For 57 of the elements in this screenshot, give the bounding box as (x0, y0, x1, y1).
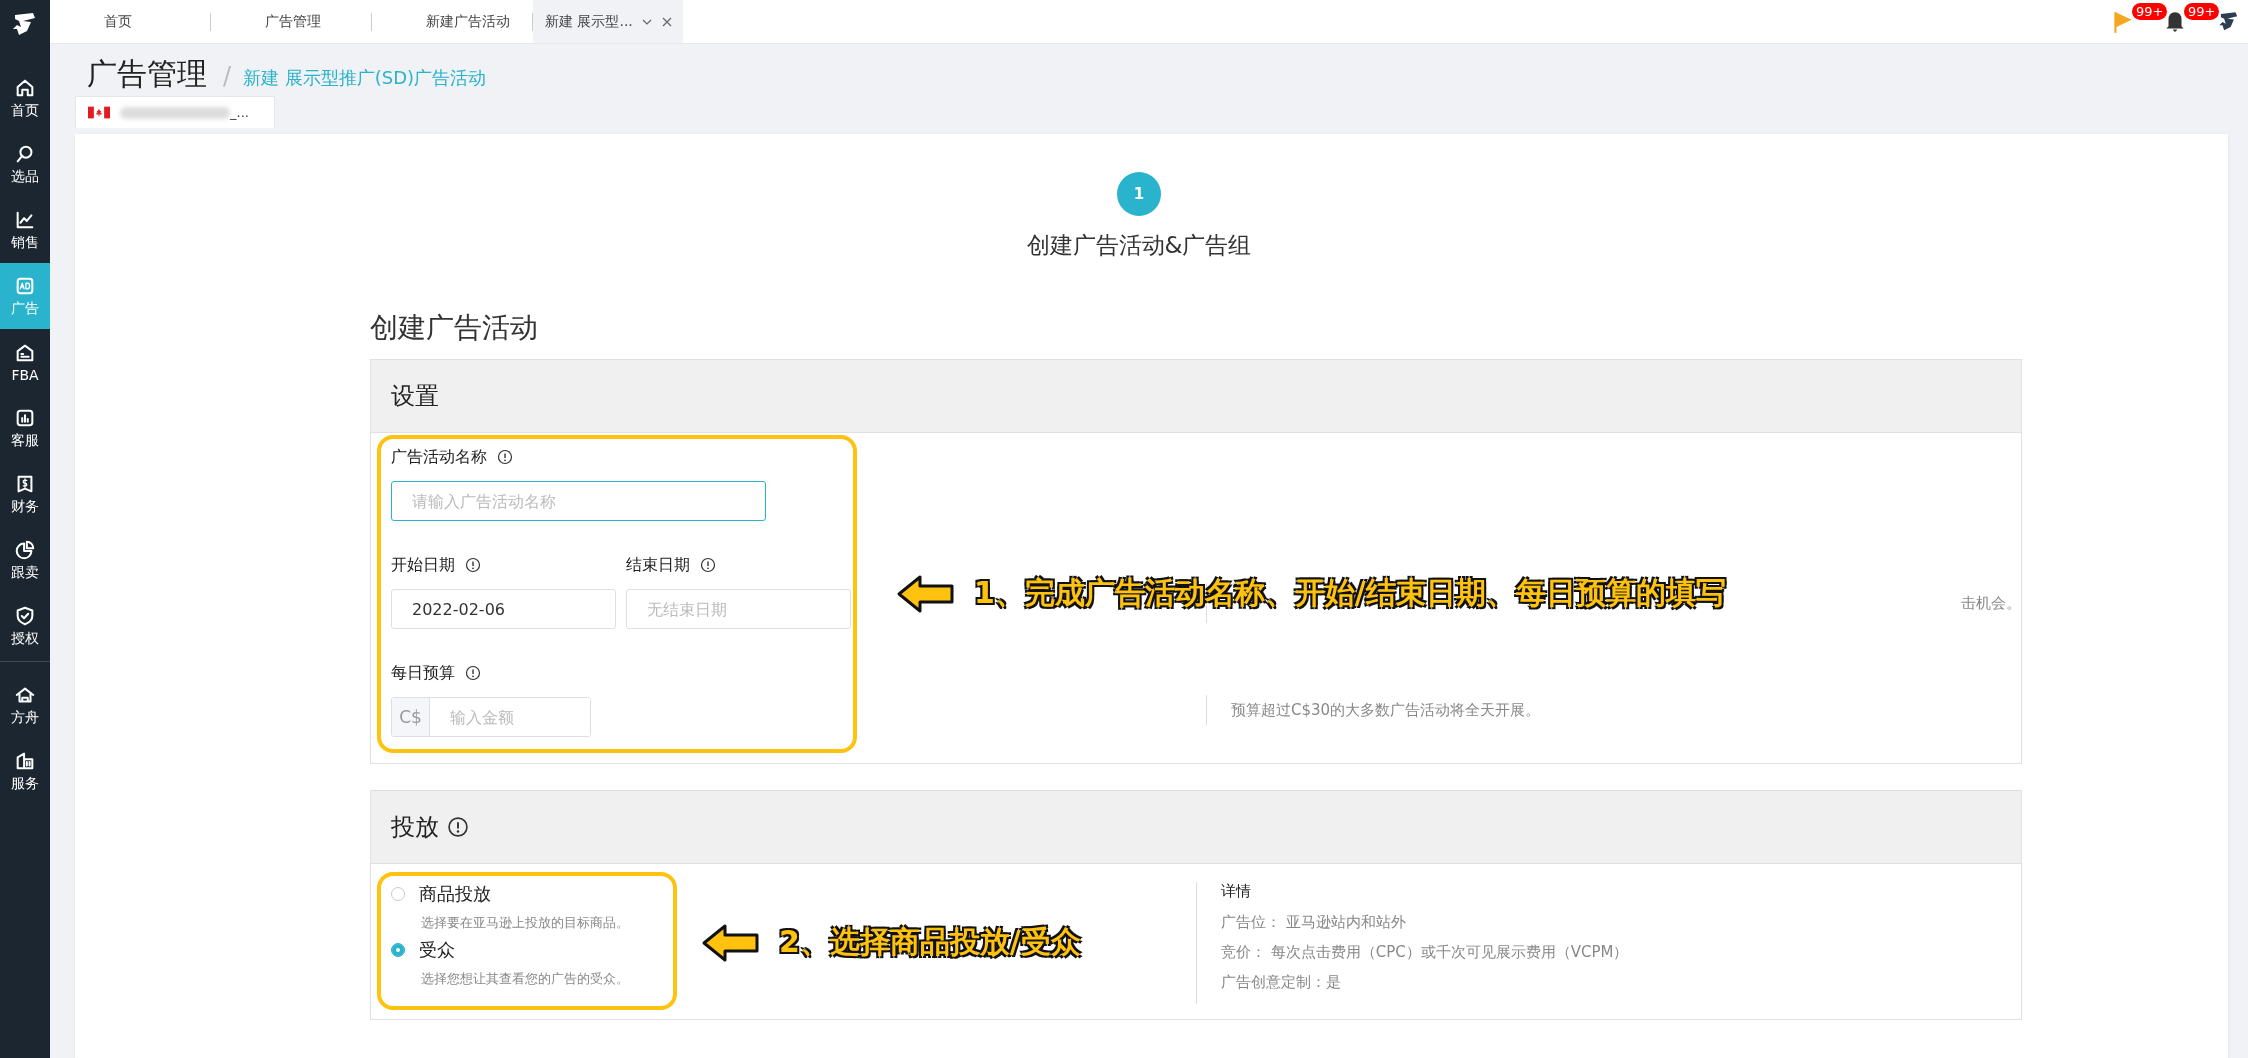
page-tab[interactable]: 广告管理 (211, 0, 371, 43)
currency-label: C$ (392, 698, 430, 736)
shield-check-icon (14, 604, 36, 627)
sidebar-item[interactable]: 财务 (0, 461, 50, 527)
arrow-left-icon (896, 573, 956, 614)
sidebar-item[interactable]: 销售 (0, 197, 50, 263)
field-label: 开始日期 (391, 554, 455, 576)
store-tab[interactable]: _... (75, 96, 275, 128)
sidebar-item[interactable]: 客服 (0, 395, 50, 461)
arrow-left-icon (701, 922, 761, 963)
sidebar-item[interactable]: FBA (0, 329, 50, 395)
info-icon[interactable] (465, 665, 481, 681)
radio-option[interactable]: 受众 (391, 938, 455, 962)
count-badge: 99+ (2184, 2, 2220, 20)
annotation-text: 2、选择商品投放/受众 (779, 923, 1081, 961)
detail-text: 广告创意定制：是 (1221, 972, 1342, 993)
sidebar-item[interactable]: 服务 (0, 738, 50, 804)
close-icon[interactable] (660, 15, 673, 28)
sidebar-item[interactable]: 跟卖 (0, 527, 50, 593)
details-title: 详情 (1221, 882, 1252, 901)
page-tab[interactable]: 新建 展示型... (533, 0, 683, 43)
flag-icon (88, 106, 110, 119)
radio-button[interactable] (391, 943, 405, 957)
field-label: 每日预算 (391, 662, 455, 684)
start-date-field[interactable]: 2022-02-06 (391, 589, 616, 629)
page-heading: 广告管理 (87, 55, 207, 93)
panel-title: 设置 (391, 381, 439, 412)
section-title: 创建广告活动 (370, 310, 539, 346)
sidebar-item[interactable]: 首页 (0, 65, 50, 131)
info-icon[interactable] (447, 816, 469, 838)
field-label: 广告活动名称 (391, 446, 487, 468)
info-icon[interactable] (465, 557, 481, 573)
detail-text: 广告位： 亚马逊站内和站外 (1221, 912, 1407, 933)
hint-text: 预算超过C$30的大多数广告活动将全天开展。 (1231, 701, 1541, 719)
pie-chart-icon (14, 538, 36, 561)
breadcrumb-separator: / (223, 62, 232, 90)
radio-option[interactable]: 商品投放 (391, 882, 491, 906)
page-tab[interactable]: 首页 (50, 0, 210, 43)
hint-text: 击机会。 (1961, 594, 2021, 612)
campaign-name-field[interactable]: 请输入广告活动名称 (391, 481, 766, 521)
sidebar-item[interactable]: 方舟 (0, 672, 50, 738)
option-description: 选择要在亚马逊上投放的目标商品。 (421, 914, 630, 932)
radio-button[interactable] (391, 887, 405, 901)
panel-title: 投放 (391, 812, 439, 843)
info-icon[interactable] (700, 557, 716, 573)
count-badge: 99+ (2132, 2, 2168, 20)
sidebar-item[interactable]: 选品 (0, 131, 50, 197)
page-tab[interactable]: 新建广告活动 (372, 0, 532, 43)
info-icon[interactable] (497, 449, 513, 465)
end-date-field[interactable]: 无结束日期 (626, 589, 851, 629)
sidebar-item[interactable]: 授权 (0, 593, 50, 659)
detail-text: 竞价： 每次点击费用（CPC）或千次可见展示费用（VCPM） (1221, 942, 1629, 963)
step-label: 创建广告活动&广告组 (1026, 231, 1252, 260)
field-label: 结束日期 (626, 554, 690, 576)
option-description: 选择您想让其查看您的广告的受众。 (421, 970, 630, 988)
annotation-text: 1、完成广告活动名称、开始/结束日期、每日预算的填写 (974, 574, 1726, 612)
step-number: 1 (1117, 172, 1161, 216)
